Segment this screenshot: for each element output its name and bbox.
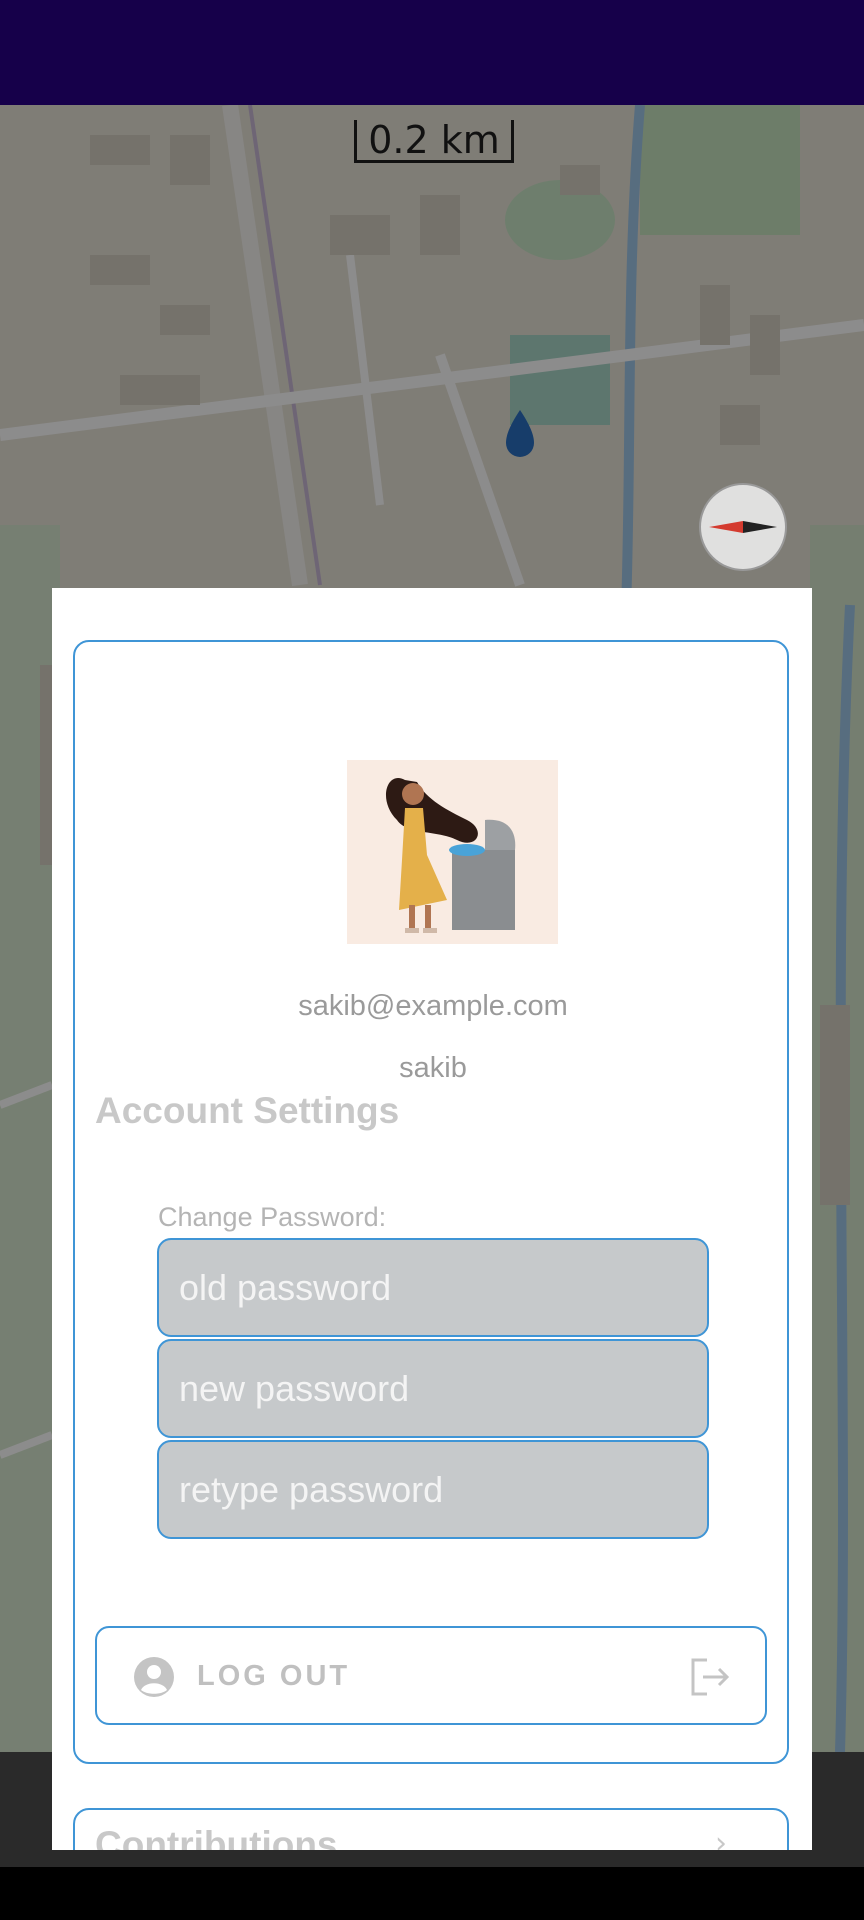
profile-email: sakib@example.com xyxy=(298,990,568,1022)
retype-password-input[interactable] xyxy=(157,1440,709,1539)
section-title-contributions: Contributions xyxy=(95,1824,338,1850)
logout-button[interactable]: LOG OUT xyxy=(95,1626,767,1725)
map-scale-bar: 0.2 km xyxy=(354,118,514,163)
profile-illustration xyxy=(347,760,558,944)
status-bar xyxy=(0,0,864,105)
profile-username: sakib xyxy=(399,1052,467,1084)
change-password-label: Change Password: xyxy=(158,1202,387,1232)
account-circle-icon xyxy=(134,1657,174,1697)
account-card: sakib@example.com sakib Account Settings… xyxy=(73,640,789,1764)
logout-icon xyxy=(691,1658,730,1696)
contributions-card[interactable]: Contributions › xyxy=(73,1808,789,1850)
logout-label: LOG OUT xyxy=(197,1660,351,1692)
section-title-account-settings: Account Settings xyxy=(95,1090,400,1131)
system-nav-bar xyxy=(0,1867,864,1920)
old-password-input[interactable] xyxy=(157,1238,709,1337)
chevron-right-icon: › xyxy=(715,1826,727,1850)
account-sheet: sakib@example.com sakib Account Settings… xyxy=(52,588,812,1850)
compass-icon[interactable] xyxy=(699,483,787,571)
new-password-input[interactable] xyxy=(157,1339,709,1438)
